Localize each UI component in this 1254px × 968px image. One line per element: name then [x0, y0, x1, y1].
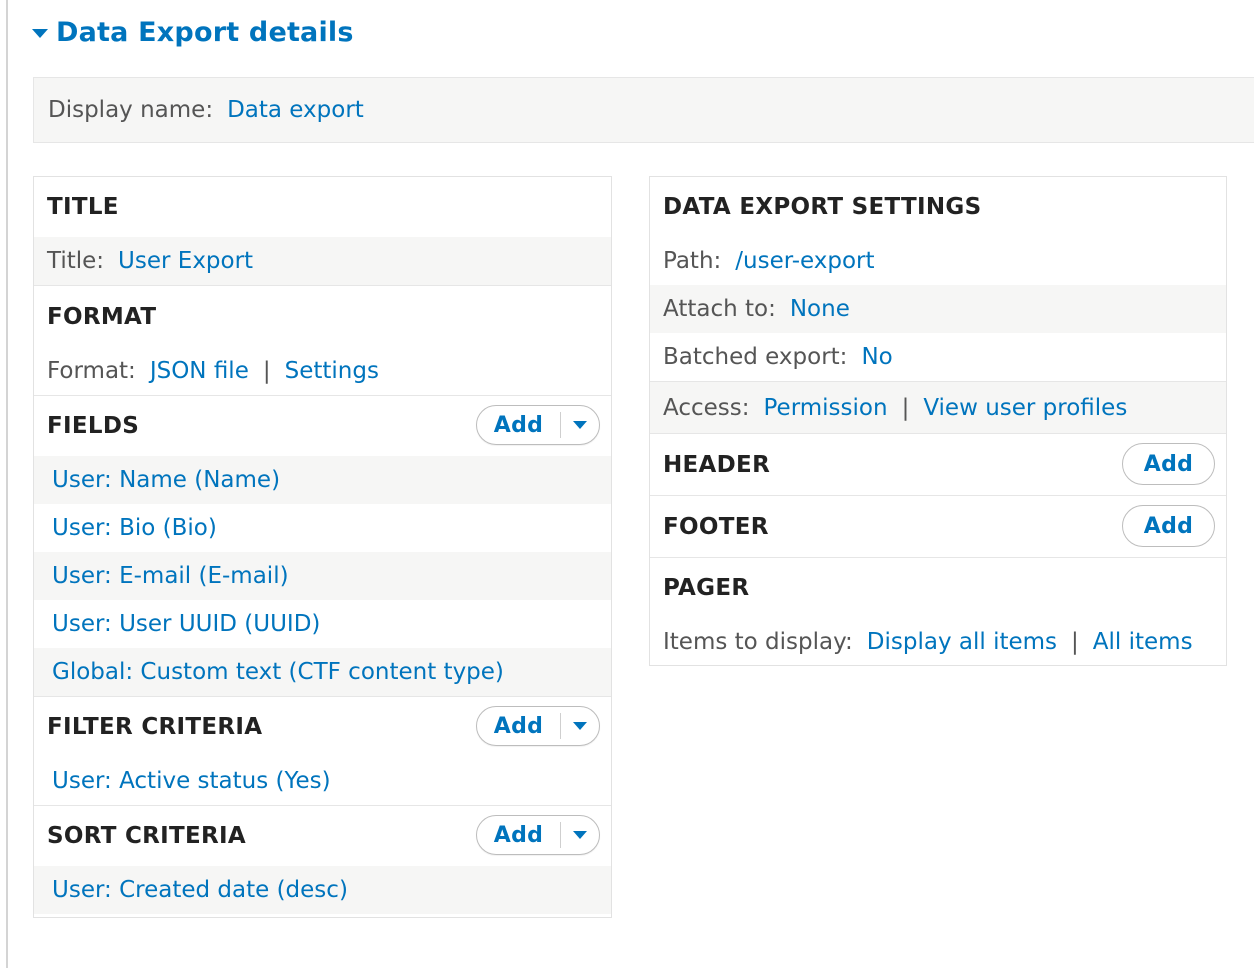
access-view-profiles-link[interactable]: View user profiles [923, 395, 1127, 421]
header-section: HEADER Add [650, 434, 1226, 495]
details-summary-toggle[interactable]: Data Export details [32, 12, 354, 52]
field-link[interactable]: User: Bio (Bio) [52, 515, 217, 541]
format-section-heading: FORMAT [47, 303, 157, 330]
field-link[interactable]: User: E-mail (E-mail) [52, 563, 289, 589]
batched-row: Batched export: No [650, 333, 1226, 381]
sort-add-toggle[interactable] [560, 822, 599, 848]
filter-row: User: Active status (Yes) [34, 757, 611, 805]
header-section-heading: HEADER [663, 451, 771, 478]
batched-link[interactable]: No [861, 344, 892, 370]
right-column: DATA EXPORT SETTINGS Path: /user-export … [649, 176, 1227, 666]
path-row: Path: /user-export [650, 237, 1226, 285]
field-row: User: User UUID (UUID) [34, 600, 611, 648]
access-separator: | [901, 394, 910, 421]
filter-add-toggle[interactable] [560, 713, 599, 739]
filter-section: FILTER CRITERIA Add [34, 697, 611, 757]
display-name-bar: Display name: Data export [33, 77, 1254, 143]
filter-add-button[interactable]: Add [477, 707, 560, 745]
fields-add-dropbutton: Add [476, 405, 600, 445]
pager-row: Items to display: Display all items | Al… [650, 618, 1226, 666]
fields-section: FIELDS Add [34, 396, 611, 456]
caret-down-icon [573, 831, 587, 839]
format-label: Format: [47, 358, 136, 384]
settings-section-heading: DATA EXPORT SETTINGS [663, 194, 982, 220]
path-label: Path: [663, 248, 722, 274]
pager-separator: | [1071, 629, 1079, 655]
format-link[interactable]: JSON file [150, 358, 249, 384]
left-column: TITLE Title: User Export FORMAT Format: … [33, 176, 612, 918]
access-permission-link[interactable]: Permission [764, 395, 888, 421]
field-row: Global: Custom text (CTF content type) [34, 648, 611, 696]
pager-label: Items to display: [663, 629, 853, 655]
pager-section-heading: PAGER [663, 575, 750, 601]
pager-items-link[interactable]: All items [1093, 629, 1193, 655]
format-row: Format: JSON file | Settings [34, 347, 611, 395]
title-row: Title: User Export [34, 237, 611, 285]
attach-label: Attach to: [663, 296, 776, 322]
title-section-heading: TITLE [47, 194, 119, 220]
field-row: User: Bio (Bio) [34, 504, 611, 552]
field-row: User: Name (Name) [34, 456, 611, 504]
footer-section-heading: FOOTER [663, 513, 769, 540]
display-name-link[interactable]: Data export [227, 97, 364, 123]
details-summary-label: Data Export details [56, 16, 354, 48]
title-link[interactable]: User Export [118, 248, 253, 274]
access-row: Access: Permission | View user profiles [650, 382, 1226, 433]
attach-link[interactable]: None [790, 296, 850, 322]
sort-add-dropbutton: Add [476, 815, 600, 855]
pager-display-link[interactable]: Display all items [867, 629, 1057, 655]
sort-section-heading: SORT CRITERIA [47, 823, 247, 849]
display-name-label: Display name: [48, 97, 214, 123]
fields-add-toggle[interactable] [560, 412, 599, 438]
sort-add-button[interactable]: Add [477, 816, 560, 854]
format-settings-link[interactable]: Settings [285, 358, 379, 384]
path-link[interactable]: /user-export [735, 248, 874, 274]
access-label: Access: [663, 394, 750, 421]
batched-label: Batched export: [663, 344, 848, 370]
field-link[interactable]: User: User UUID (UUID) [52, 611, 320, 637]
caret-down-icon [32, 28, 48, 38]
fields-add-button[interactable]: Add [477, 406, 560, 444]
footer-section: FOOTER Add [650, 496, 1226, 557]
caret-down-icon [573, 421, 587, 429]
field-row: User: E-mail (E-mail) [34, 552, 611, 600]
sort-section: SORT CRITERIA Add [34, 806, 611, 866]
caret-down-icon [573, 722, 587, 730]
field-link[interactable]: Global: Custom text (CTF content type) [52, 659, 504, 685]
field-link[interactable]: User: Name (Name) [52, 467, 280, 493]
attach-row: Attach to: None [650, 285, 1226, 333]
format-separator: | [262, 358, 271, 384]
sort-row: User: Created date (desc) [34, 866, 611, 914]
filter-link[interactable]: User: Active status (Yes) [52, 768, 331, 794]
title-label: Title: [47, 248, 105, 274]
sort-link[interactable]: User: Created date (desc) [52, 877, 348, 903]
filter-add-dropbutton: Add [476, 706, 600, 746]
fields-section-heading: FIELDS [47, 413, 140, 439]
left-border [6, 0, 8, 968]
header-add-button[interactable]: Add [1122, 443, 1215, 485]
footer-add-button[interactable]: Add [1122, 505, 1215, 547]
filter-section-heading: FILTER CRITERIA [47, 714, 263, 740]
